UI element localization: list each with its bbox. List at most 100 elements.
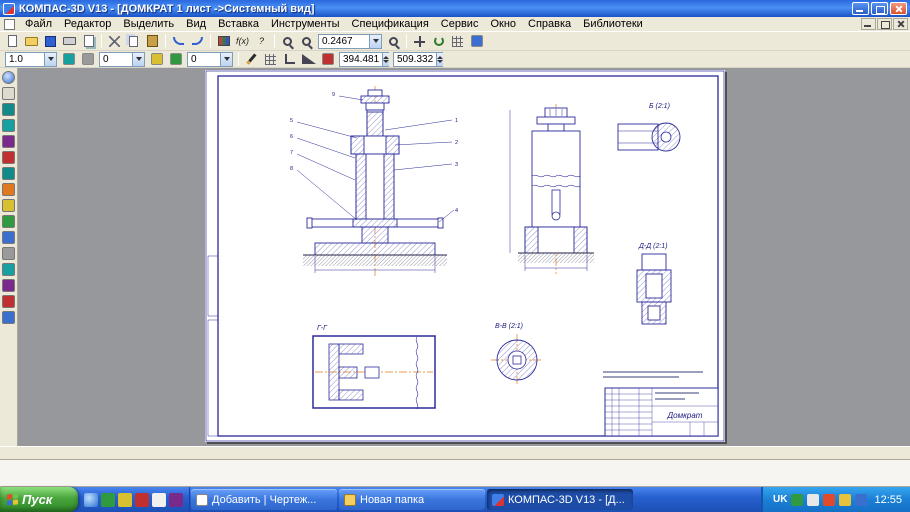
restore-button[interactable] <box>871 2 888 15</box>
grid-toggle-icon[interactable] <box>261 51 280 67</box>
tool-dimensions-icon[interactable] <box>2 119 15 132</box>
quick-launch-icon[interactable] <box>135 493 149 507</box>
tool-approvals-icon[interactable] <box>2 295 15 308</box>
chevron-down-icon[interactable] <box>220 53 232 66</box>
tool-reports-icon[interactable] <box>2 247 15 260</box>
child-close-button[interactable] <box>893 18 908 30</box>
menu-specification[interactable]: Спецификация <box>346 17 435 32</box>
menu-help[interactable]: Справка <box>522 17 577 32</box>
quick-launch-icon[interactable] <box>169 493 183 507</box>
menu-file[interactable]: Файл <box>19 17 58 32</box>
callout-6: 6 <box>290 134 293 140</box>
zoom-out-icon[interactable] <box>297 33 316 49</box>
tool-selection-icon[interactable] <box>2 215 15 228</box>
tray-icon[interactable] <box>807 494 819 506</box>
drawing-sheet[interactable]: 1 2 3 4 5 6 7 8 9 <box>205 70 725 442</box>
taskbar-task-kompas[interactable]: КОМПАС-3D V13 - [Д... <box>487 489 633 510</box>
minimize-button[interactable] <box>852 2 869 15</box>
tool-compact-panel-icon[interactable] <box>2 71 15 84</box>
cut-icon[interactable] <box>105 33 124 49</box>
menu-select[interactable]: Выделить <box>117 17 180 32</box>
tool-editing-icon[interactable] <box>2 167 15 180</box>
zoom-scale-combo[interactable]: 0.2467 <box>318 34 382 49</box>
tray-icon[interactable] <box>823 494 835 506</box>
chevron-down-icon[interactable] <box>132 53 144 66</box>
tray-icon[interactable] <box>791 494 803 506</box>
drawing-workspace[interactable]: 1 2 3 4 5 6 7 8 9 <box>0 68 910 446</box>
layer-settings-icon[interactable] <box>147 51 166 67</box>
redo-icon[interactable] <box>188 33 207 49</box>
menu-libraries[interactable]: Библиотеки <box>577 17 649 32</box>
copy-properties-icon[interactable] <box>318 51 337 67</box>
quick-launch-icon[interactable] <box>118 493 132 507</box>
ortho-mode-icon[interactable] <box>280 51 299 67</box>
new-document-icon[interactable] <box>3 33 22 49</box>
angle-snap-icon[interactable] <box>299 51 318 67</box>
line-style-icon[interactable] <box>242 51 261 67</box>
current-state-toolbar: 1.0 0 0 394.481 509.332 <box>0 51 910 68</box>
menu-tools[interactable]: Инструменты <box>265 17 346 32</box>
close-button[interactable] <box>890 2 907 15</box>
menu-bar: Файл Редактор Выделить Вид Вставка Инстр… <box>0 17 910 32</box>
save-icon[interactable] <box>41 33 60 49</box>
taskbar-clock[interactable]: 12:55 <box>871 494 902 506</box>
show-grid-icon[interactable] <box>448 33 467 49</box>
menu-view[interactable]: Вид <box>180 17 212 32</box>
copy-icon[interactable] <box>124 33 143 49</box>
tool-parameterization-icon[interactable] <box>2 183 15 196</box>
quick-launch-icon[interactable] <box>101 493 115 507</box>
chevron-down-icon[interactable] <box>369 35 381 48</box>
child-minimize-button[interactable] <box>861 18 876 30</box>
cursor-step-combo[interactable]: 1.0 <box>5 52 57 67</box>
document-system-menu-icon[interactable] <box>4 19 15 30</box>
pan-icon[interactable] <box>410 33 429 49</box>
menu-window[interactable]: Окно <box>484 17 522 32</box>
tool-insert-text-icon[interactable] <box>2 263 15 276</box>
chevron-down-icon[interactable] <box>44 53 56 66</box>
tool-geometry-icon[interactable] <box>2 103 15 116</box>
menu-service[interactable]: Сервис <box>435 17 485 32</box>
tray-icon[interactable] <box>839 494 851 506</box>
language-indicator[interactable]: UK <box>773 494 787 505</box>
document-manager-icon[interactable] <box>467 33 486 49</box>
layer-states-icon[interactable] <box>166 51 185 67</box>
tool-conditional-intersections-icon[interactable] <box>2 151 15 164</box>
whats-this-help-icon[interactable]: ? <box>252 33 271 49</box>
tray-icon[interactable] <box>855 494 867 506</box>
start-button[interactable]: Пуск <box>0 487 78 512</box>
tool-local-frames-icon[interactable] <box>2 311 15 324</box>
undo-icon[interactable] <box>169 33 188 49</box>
tool-specification-icon[interactable] <box>2 231 15 244</box>
variables-icon[interactable]: f(x) <box>233 33 252 49</box>
snap-settings-icon[interactable] <box>59 51 78 67</box>
tool-tables-icon[interactable] <box>2 279 15 292</box>
drawing-canvas[interactable]: 1 2 3 4 5 6 7 8 9 <box>205 70 725 442</box>
zoom-all-icon[interactable] <box>384 33 403 49</box>
coordinate-y-field[interactable]: 509.332 <box>393 52 443 67</box>
tool-measurements-icon[interactable] <box>2 199 15 212</box>
taskbar-task-add-drawing[interactable]: Добавить | Чертеж... <box>191 489 337 510</box>
print-icon[interactable] <box>60 33 79 49</box>
tool-pointer-icon[interactable] <box>2 87 15 100</box>
child-restore-button[interactable] <box>877 18 892 30</box>
open-document-icon[interactable] <box>22 33 41 49</box>
windows-flag-icon <box>7 493 18 505</box>
window-title: КОМПАС-3D V13 - [ДОМКРАТ 1 лист ->Систем… <box>19 3 848 15</box>
angle-combo[interactable]: 0 <box>187 52 233 67</box>
local-csys-icon[interactable] <box>78 51 97 67</box>
layer-combo[interactable]: 0 <box>99 52 145 67</box>
quick-launch-icon[interactable] <box>152 493 166 507</box>
quick-launch-icon[interactable] <box>84 493 98 507</box>
paste-icon[interactable] <box>143 33 162 49</box>
library-manager-icon[interactable] <box>214 33 233 49</box>
print-preview-icon[interactable] <box>79 33 98 49</box>
tool-designations-icon[interactable] <box>2 135 15 148</box>
spinner-icon[interactable] <box>382 53 389 66</box>
spinner-icon[interactable] <box>436 53 443 66</box>
menu-insert[interactable]: Вставка <box>212 17 265 32</box>
taskbar-task-new-folder[interactable]: Новая папка <box>339 489 485 510</box>
refresh-view-icon[interactable] <box>429 33 448 49</box>
menu-editor[interactable]: Редактор <box>58 17 117 32</box>
coordinate-x-field[interactable]: 394.481 <box>339 52 389 67</box>
zoom-in-icon[interactable] <box>278 33 297 49</box>
